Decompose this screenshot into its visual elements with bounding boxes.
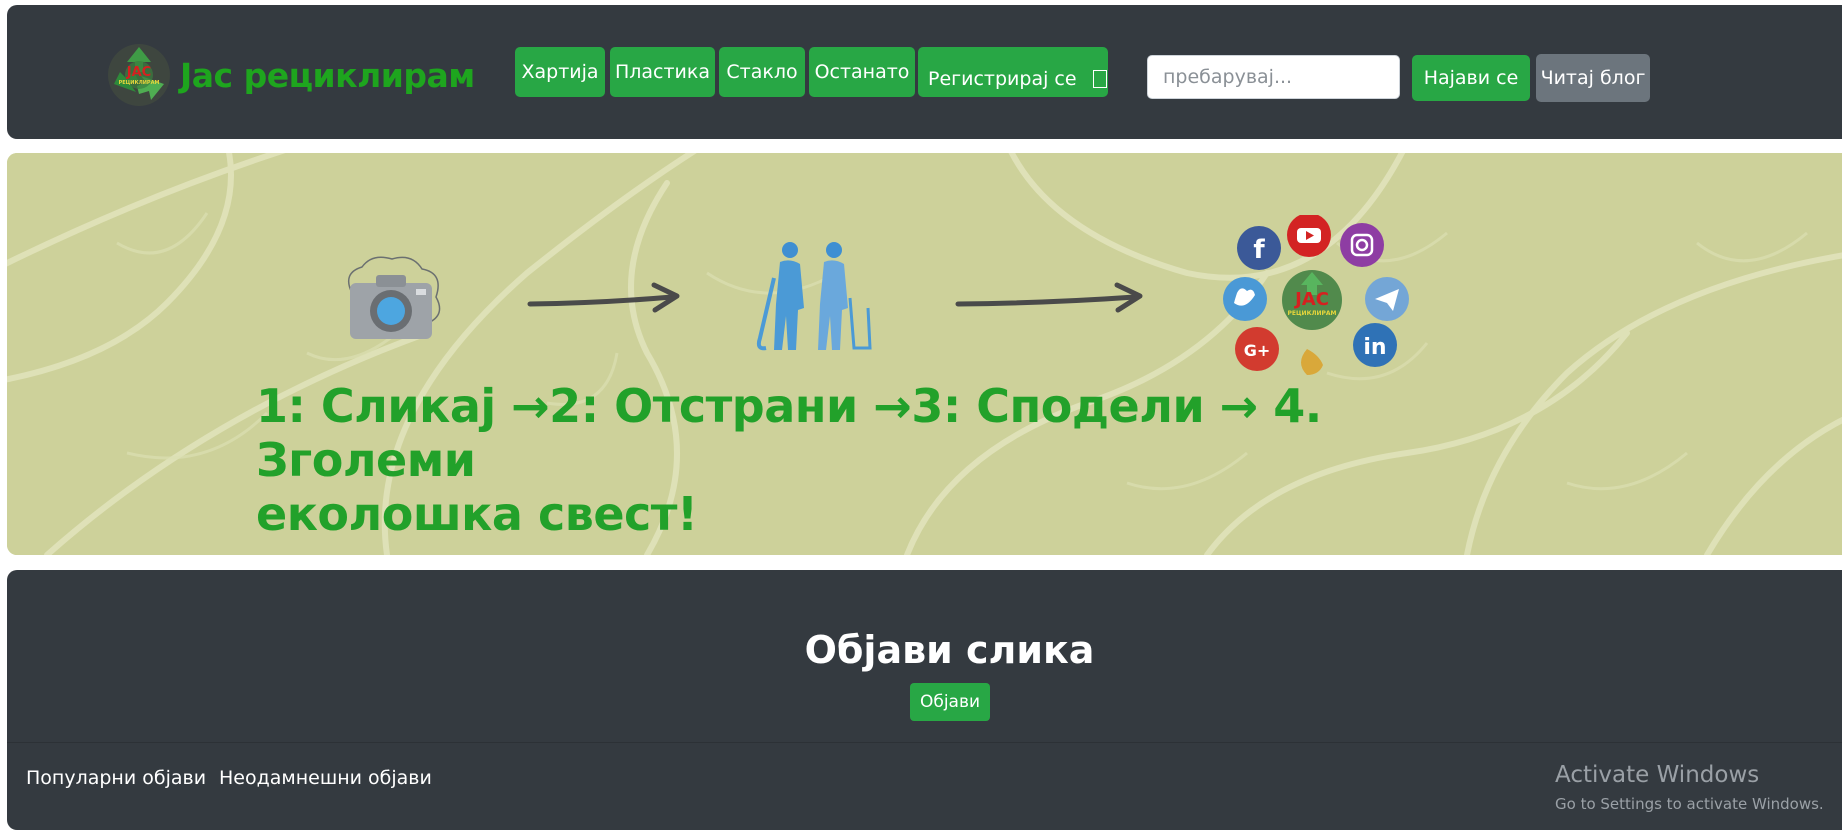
register-label: Регистрирај се xyxy=(928,68,1077,90)
read-blog-button[interactable]: Читај блог xyxy=(1536,54,1650,102)
register-button[interactable]: Регистрирај се xyxy=(918,47,1108,97)
nav-item-label: Стакло xyxy=(726,61,798,83)
arrow-icon xyxy=(527,282,680,313)
login-label: Најави се xyxy=(1423,67,1519,89)
share-icon xyxy=(1301,349,1323,375)
center-logo-text: ЈАС xyxy=(1293,289,1329,310)
people-cleaning-icon xyxy=(756,242,872,351)
login-button[interactable]: Најави се xyxy=(1412,55,1530,101)
svg-text:in: in xyxy=(1363,335,1386,360)
nav-item-label: Хартија xyxy=(521,61,599,83)
logo-text: ЈАС xyxy=(126,65,151,80)
svg-text:f: f xyxy=(1253,235,1265,265)
nav-item-plastic[interactable]: Пластика xyxy=(610,47,715,97)
post-section: Објави слика Објави Популарни објави Нео… xyxy=(7,570,1842,830)
search-input[interactable] xyxy=(1147,55,1400,99)
brand[interactable]: ЈАС РЕЦИКЛИРАМ Јас рециклирам xyxy=(106,40,475,110)
svg-text:G+: G+ xyxy=(1244,341,1271,360)
arrow-icon xyxy=(955,282,1143,313)
activate-windows-title: Activate Windows xyxy=(1555,762,1760,788)
tagline-line-1: 1: Сликај →2: Отстрани →3: Сподели → 4. … xyxy=(256,379,1322,487)
brand-name: Јас рециклирам xyxy=(180,55,475,95)
logo-subtext: РЕЦИКЛИРАМ xyxy=(119,80,160,86)
hero-banner: ЈАС РЕЦИКЛИРАМ f G+ in 1: Сликај →2: Отс… xyxy=(7,153,1842,555)
tagline-line-2: еколошка свест! xyxy=(256,487,698,541)
nav-item-other[interactable]: Останато xyxy=(809,47,915,97)
post-button-label: Објави xyxy=(919,692,981,712)
tab-popular-posts[interactable]: Популарни објави xyxy=(26,767,206,789)
user-icon xyxy=(1092,70,1107,88)
camera-icon xyxy=(347,256,441,339)
post-image-button[interactable]: Објави xyxy=(910,683,990,721)
nav-item-paper[interactable]: Хартија xyxy=(515,47,605,97)
center-logo-subtext: РЕЦИКЛИРАМ xyxy=(1287,310,1336,317)
recycle-logo-icon: ЈАС РЕЦИКЛИРАМ xyxy=(108,44,170,106)
instagram-icon xyxy=(1340,223,1384,267)
nav-item-label: Останато xyxy=(814,61,910,83)
nav-item-glass[interactable]: Стакло xyxy=(719,47,805,97)
post-section-title: Објави слика xyxy=(804,628,1095,672)
tab-recent-posts[interactable]: Неодамнешни објави xyxy=(219,767,432,789)
banner-tagline: 1: Сликај →2: Отстрани →3: Сподели → 4. … xyxy=(256,379,1456,541)
read-blog-label: Читај блог xyxy=(1540,67,1646,89)
social-media-cluster-icon: ЈАС РЕЦИКЛИРАМ f G+ in xyxy=(1223,215,1409,375)
activate-windows-subtitle: Go to Settings to activate Windows. xyxy=(1555,795,1824,813)
top-navbar: ЈАС РЕЦИКЛИРАМ Јас рециклирам Хартија Пл… xyxy=(7,5,1842,139)
nav-item-label: Пластика xyxy=(614,61,711,83)
divider xyxy=(7,742,1842,743)
